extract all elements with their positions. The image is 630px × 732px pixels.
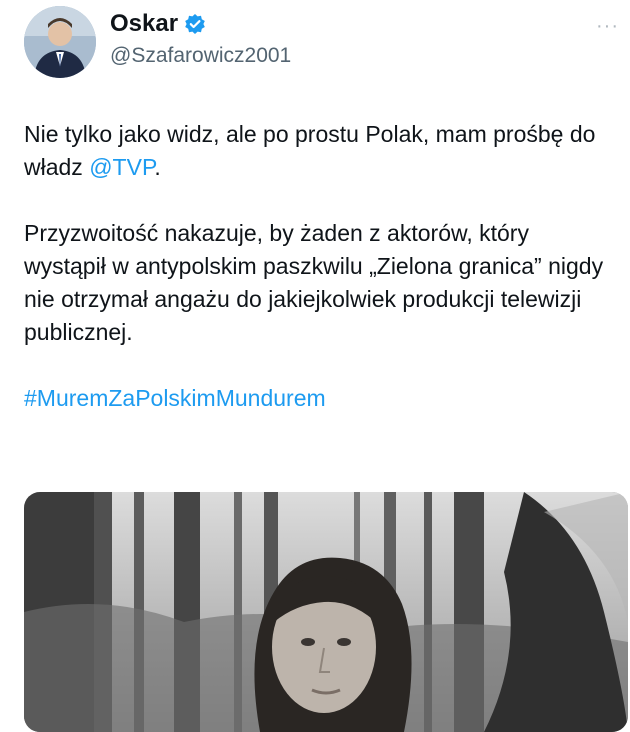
tweet-text: Nie tylko jako widz, ale po prostu Polak…	[24, 118, 614, 415]
user-name-row: Oskar	[110, 10, 206, 38]
display-name[interactable]: Oskar	[110, 10, 178, 38]
media-photo	[24, 492, 628, 732]
hashtag-link[interactable]: #MuremZaPolskimMundurem	[24, 385, 326, 411]
mention-link[interactable]: @TVP	[89, 154, 154, 180]
avatar[interactable]	[24, 6, 96, 78]
hashtag-paragraph: #MuremZaPolskimMundurem	[24, 382, 614, 415]
tweet-text-part: .	[154, 154, 161, 180]
avatar-image	[24, 6, 96, 78]
tweet-media-image[interactable]	[24, 492, 628, 732]
tweet-paragraph-2: Przyzwoitość nakazuje, by żaden z aktoró…	[24, 220, 604, 345]
more-dots-icon[interactable]: ···	[596, 16, 619, 36]
user-handle[interactable]: @Szafarowicz2001	[110, 44, 291, 68]
tweet-paragraph-1: Nie tylko jako widz, ale po prostu Polak…	[24, 118, 614, 184]
verified-badge-icon	[184, 13, 206, 35]
